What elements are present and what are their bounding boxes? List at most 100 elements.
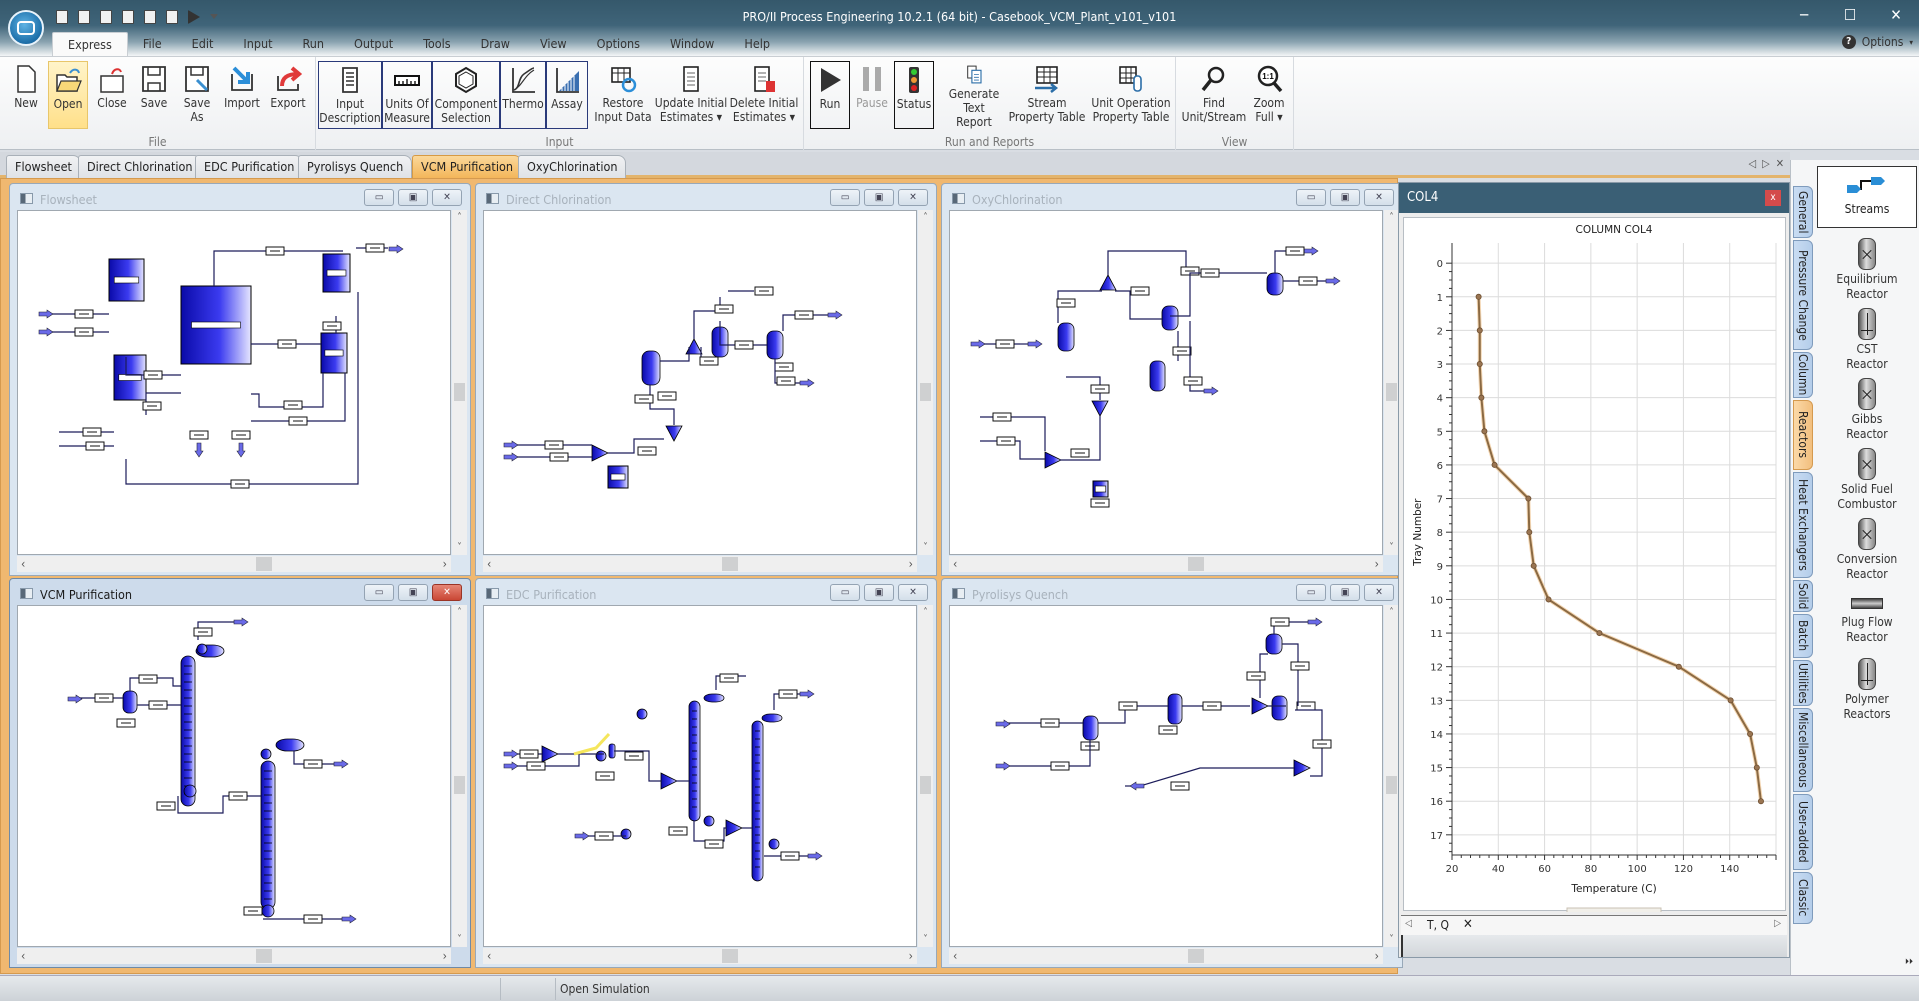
close-window-button[interactable]: ✕ bbox=[1364, 584, 1394, 601]
component-selection-button[interactable]: Component Selection bbox=[432, 61, 500, 129]
restore-input-data-button[interactable]: Restore Input Data bbox=[594, 61, 652, 129]
minimize-button[interactable]: ─ bbox=[1781, 2, 1827, 28]
vertical-scrollbar[interactable]: ˄ ˅ bbox=[1384, 210, 1399, 555]
menu-file[interactable]: File bbox=[128, 32, 177, 56]
tab-pyrolisys-quench[interactable]: Pyrolisys Quench bbox=[298, 155, 413, 178]
import-button[interactable]: Import bbox=[220, 61, 264, 129]
scroll-down-icon[interactable]: ˅ bbox=[452, 934, 467, 945]
scroll-thumb[interactable] bbox=[454, 776, 465, 794]
export-button[interactable]: Export bbox=[266, 61, 310, 129]
scroll-right-icon[interactable]: › bbox=[1375, 556, 1379, 572]
close-window-button[interactable]: ✕ bbox=[1364, 189, 1394, 206]
edc-purification-window[interactable]: EDC Purification ▭ ▣ ✕ ˄ ˅ ‹ › bbox=[475, 578, 937, 968]
menu-draw[interactable]: Draw bbox=[466, 32, 525, 56]
palette-item-equilibrium-reactor[interactable]: Equilibrium Reactor bbox=[1817, 238, 1917, 302]
input-description-button[interactable]: Input Description bbox=[318, 61, 382, 129]
palette-expand-icon[interactable]: ⏵⏵ bbox=[1905, 957, 1913, 967]
tab-scroll-left-icon[interactable]: ◁ bbox=[1748, 157, 1756, 170]
flowsheet-canvas[interactable] bbox=[949, 210, 1383, 555]
flowsheet-canvas[interactable] bbox=[949, 605, 1383, 947]
vcm-purification-window[interactable]: VCM Purification ▭ ▣ ✕ ˄ ˅ ‹ › bbox=[9, 578, 471, 968]
thermo-button[interactable]: Thermo bbox=[500, 61, 546, 129]
scroll-left-icon[interactable]: ‹ bbox=[953, 556, 957, 572]
unit-operation-property-table-button[interactable]: Unit Operation Property Table bbox=[1090, 61, 1172, 129]
menu-express[interactable]: Express bbox=[52, 32, 128, 56]
palette-tab-heat-exchangers[interactable]: Heat Exchangers bbox=[1793, 472, 1813, 578]
close-tab-icon[interactable]: ✕ bbox=[1776, 157, 1784, 170]
flowsheet-canvas[interactable] bbox=[17, 605, 451, 947]
palette-item-streams[interactable]: Streams bbox=[1817, 166, 1917, 228]
restore-window-button[interactable]: ▣ bbox=[864, 584, 894, 601]
horizontal-scrollbar[interactable]: ‹ › bbox=[17, 556, 451, 572]
scroll-down-icon[interactable]: ˅ bbox=[1384, 542, 1399, 553]
menu-window[interactable]: Window bbox=[655, 32, 729, 56]
palette-tab-general[interactable]: General bbox=[1793, 186, 1813, 238]
delete-initial-estimates-button[interactable]: Delete Initial Estimates ▾ bbox=[728, 61, 800, 129]
tab-vcm-purification[interactable]: VCM Purification bbox=[412, 155, 522, 178]
palette-tab-column[interactable]: Column bbox=[1793, 352, 1813, 398]
restore-window-button[interactable]: ▣ bbox=[398, 189, 428, 206]
palette-item-plug-flow-reactor[interactable]: Plug Flow Reactor bbox=[1817, 588, 1917, 645]
scroll-right-icon[interactable]: › bbox=[909, 948, 913, 964]
palette-tab-reactors[interactable]: Reactors bbox=[1793, 400, 1813, 470]
scroll-left-icon[interactable]: ‹ bbox=[487, 948, 491, 964]
scroll-left-icon[interactable]: ‹ bbox=[487, 556, 491, 572]
vertical-scrollbar[interactable]: ˄ ˅ bbox=[1384, 605, 1399, 947]
scroll-up-icon[interactable]: ˄ bbox=[1384, 607, 1399, 618]
scroll-thumb[interactable] bbox=[1187, 949, 1204, 963]
flowsheet-canvas[interactable] bbox=[483, 210, 917, 555]
zoom-full-button[interactable]: 1:1 Zoom Full ▾ bbox=[1248, 61, 1290, 129]
open-button[interactable]: Open bbox=[48, 61, 88, 129]
palette-item-solid-fuel-combustor[interactable]: Solid Fuel Combustor bbox=[1817, 448, 1917, 512]
palette-item-conversion-reactor[interactable]: Conversion Reactor bbox=[1817, 518, 1917, 582]
scroll-thumb[interactable] bbox=[721, 949, 738, 963]
scroll-thumb[interactable] bbox=[255, 949, 272, 963]
horizontal-scrollbar[interactable]: ‹ › bbox=[483, 948, 917, 964]
restore-window-button[interactable]: ▣ bbox=[1330, 189, 1360, 206]
horizontal-scrollbar[interactable]: ‹ › bbox=[17, 948, 451, 964]
minimize-window-button[interactable]: ▭ bbox=[830, 584, 860, 601]
minimize-window-button[interactable]: ▭ bbox=[830, 189, 860, 206]
palette-tab-pressure-change[interactable]: Pressure Change bbox=[1793, 240, 1813, 350]
menu-help[interactable]: Help bbox=[729, 32, 785, 56]
vertical-scrollbar[interactable]: ˄ ˅ bbox=[918, 605, 933, 947]
flowsheet-window[interactable]: Flowsheet ▭ ▣ ✕ ˄ ˅ ‹ › bbox=[9, 183, 471, 576]
scroll-thumb[interactable] bbox=[920, 776, 931, 794]
palette-tab-classic[interactable]: Classic bbox=[1793, 872, 1813, 924]
scroll-thumb[interactable] bbox=[1386, 382, 1397, 401]
pyrolisys-quench-window[interactable]: Pyrolisys Quench ▭ ▣ ✕ ˄ ˅ ‹ › bbox=[941, 578, 1403, 968]
tab-edc-purification[interactable]: EDC Purification bbox=[195, 155, 304, 178]
palette-tab-user-added[interactable]: User-added bbox=[1793, 794, 1813, 870]
scroll-thumb[interactable] bbox=[1386, 776, 1397, 794]
scroll-left-icon[interactable]: ‹ bbox=[21, 948, 25, 964]
scroll-down-icon[interactable]: ˅ bbox=[918, 934, 933, 945]
horizontal-scrollbar[interactable]: ‹ › bbox=[483, 556, 917, 572]
scroll-right-icon[interactable]: › bbox=[443, 556, 447, 572]
close-window-button[interactable]: ✕ bbox=[432, 584, 462, 601]
status-button[interactable]: Status bbox=[894, 61, 934, 129]
scroll-up-icon[interactable]: ˄ bbox=[918, 607, 933, 618]
scroll-thumb[interactable] bbox=[920, 382, 931, 401]
tab-oxychlorination[interactable]: OxyChlorination bbox=[518, 155, 627, 178]
generate-text-report-button[interactable]: Generate Text Report bbox=[944, 61, 1004, 129]
close-window-button[interactable]: ✕ bbox=[432, 189, 462, 206]
scroll-thumb[interactable] bbox=[1187, 557, 1204, 571]
menu-options[interactable]: Options bbox=[582, 32, 655, 56]
units-of-measure-button[interactable]: Units Of Measure bbox=[382, 61, 432, 129]
close-panel-button[interactable]: x bbox=[1765, 190, 1781, 206]
vertical-scrollbar[interactable]: ˄ ˅ bbox=[452, 605, 467, 947]
scroll-down-icon[interactable]: ˅ bbox=[918, 542, 933, 553]
scroll-up-icon[interactable]: ˄ bbox=[452, 212, 467, 223]
tab-scroll-right-icon[interactable]: ▷ bbox=[1762, 157, 1770, 170]
restore-window-button[interactable]: ▣ bbox=[1330, 584, 1360, 601]
minimize-window-button[interactable]: ▭ bbox=[364, 189, 394, 206]
menu-view[interactable]: View bbox=[525, 32, 582, 56]
close-window-button[interactable]: ✕ bbox=[898, 189, 928, 206]
find-unit-stream-button[interactable]: Find Unit/Stream bbox=[1182, 61, 1246, 129]
minimize-window-button[interactable]: ▭ bbox=[364, 584, 394, 601]
menu-output[interactable]: Output bbox=[339, 32, 408, 56]
scroll-thumb[interactable] bbox=[454, 382, 465, 401]
menu-input[interactable]: Input bbox=[228, 32, 287, 56]
flowsheet-canvas[interactable] bbox=[17, 210, 451, 555]
pause-button[interactable]: Pause bbox=[854, 61, 890, 129]
